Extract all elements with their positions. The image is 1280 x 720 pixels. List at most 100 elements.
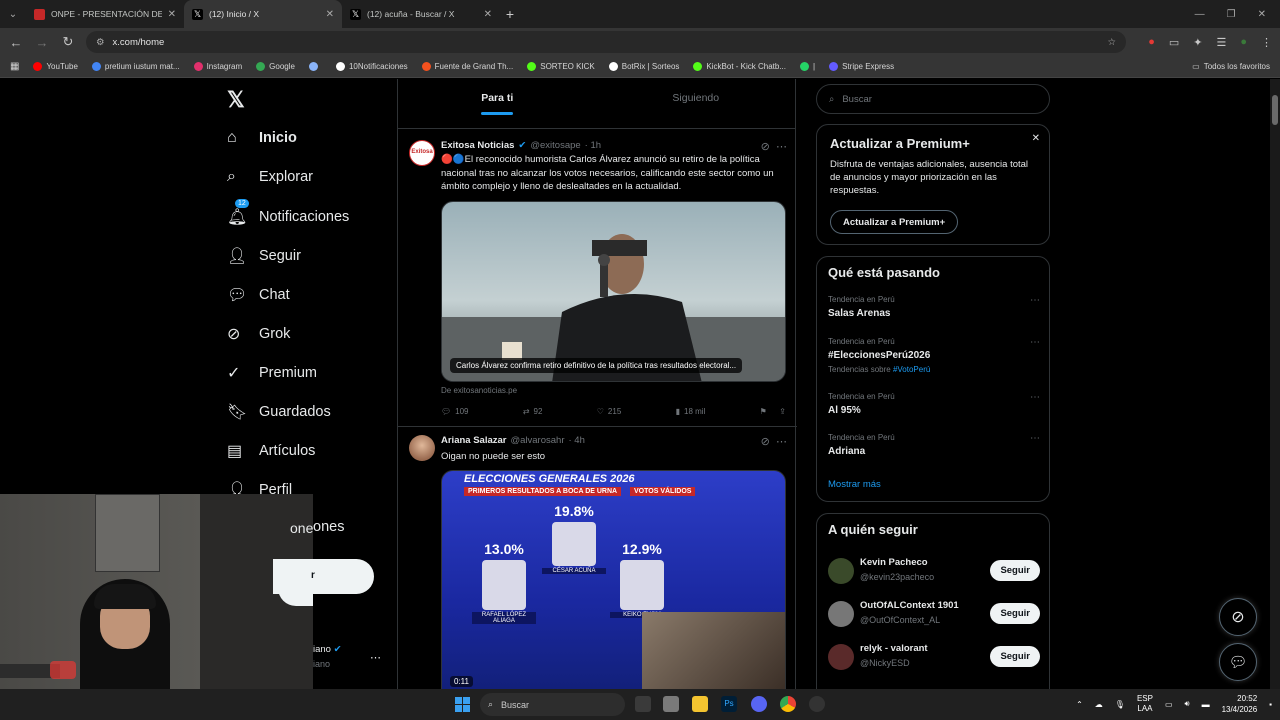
show-more-link[interactable]: Mostrar más — [828, 479, 881, 490]
close-window-icon[interactable]: ✕ — [1258, 9, 1266, 20]
tweet-image[interactable]: Carlos Álvarez confirma retiro definitiv… — [441, 201, 786, 382]
profile-avatar-icon[interactable]: ● — [1240, 36, 1247, 49]
puzzle-icon[interactable]: ✦ — [1193, 36, 1202, 49]
app-icon[interactable] — [663, 696, 679, 712]
back-icon[interactable]: ← — [8, 35, 24, 50]
reload-icon[interactable]: ↻ — [60, 34, 76, 50]
trend-sub-link[interactable]: #VotoPerú — [893, 365, 930, 374]
post-button[interactable]: r — [273, 559, 374, 594]
photoshop-icon[interactable]: Ps — [721, 696, 737, 712]
grok-icon[interactable]: ⊘ — [761, 141, 770, 153]
reply-button[interactable]: 💬︎ 109 — [441, 407, 469, 416]
scroll-thumb[interactable] — [1272, 95, 1278, 125]
close-icon[interactable]: ✕ — [484, 9, 492, 20]
chrome-icon[interactable] — [780, 696, 796, 712]
tab-search-icon[interactable]: ⌄ — [0, 9, 26, 20]
browser-tab-onpe[interactable]: ONPE - PRESENTACIÓN DE RES ✕ — [26, 0, 184, 28]
close-icon[interactable]: ✕ — [1032, 133, 1040, 144]
bookmark-item[interactable]: Fuente de Grand Th... — [421, 62, 513, 71]
volume-icon[interactable]: 🔊︎ — [1185, 699, 1190, 709]
avatar[interactable]: Exitosa — [409, 140, 435, 166]
avatar[interactable] — [409, 435, 435, 461]
bookmark-item[interactable]: pretium iustum mat... — [91, 62, 180, 71]
chevron-up-icon[interactable]: ⌃ — [1076, 700, 1083, 709]
task-view-icon[interactable] — [635, 696, 651, 712]
close-icon[interactable]: ✕ — [326, 9, 334, 20]
author-name[interactable]: Ariana Salazar — [441, 435, 506, 446]
tab-siguiendo[interactable]: Siguiendo — [597, 79, 796, 128]
file-explorer-icon[interactable] — [692, 696, 708, 712]
repost-button[interactable]: ⇄ 92 — [523, 407, 543, 416]
link-source[interactable]: De exitosanoticias.pe — [441, 386, 517, 395]
forward-icon[interactable]: → — [34, 35, 50, 50]
network-icon[interactable]: ▭ — [1165, 700, 1173, 709]
tweet-exitosa[interactable]: Exitosa Exitosa Noticias ✔ @exitosape · … — [398, 130, 797, 427]
language-indicator[interactable]: ESP LAA — [1137, 694, 1153, 714]
tab-para-ti[interactable]: Para ti — [398, 79, 597, 128]
browser-tab-search[interactable]: 𝕏 (12) acuña - Buscar / X ✕ — [342, 0, 500, 28]
apps-icon[interactable]: ▦ — [10, 61, 19, 72]
more-icon[interactable]: ⋯ — [1030, 433, 1040, 444]
bookmark-icon[interactable]: ⚑ — [760, 407, 767, 416]
bookmark-item[interactable]: | — [800, 62, 815, 71]
nav-item-explorar[interactable]: ⌕ Explorar — [227, 168, 313, 186]
browser-tab-inicio[interactable]: 𝕏 (12) Inicio / X ✕ — [184, 0, 342, 28]
bookmark-item[interactable]: SORTEO KICK — [527, 62, 595, 71]
restore-icon[interactable]: ❐ — [1227, 9, 1236, 20]
bookmark-item[interactable]: Google — [256, 62, 295, 71]
avatar[interactable] — [828, 558, 854, 584]
follow-button[interactable]: Seguir — [990, 560, 1040, 581]
mic-icon[interactable]: 🎙︎ — [1115, 700, 1125, 709]
cloud-icon[interactable]: ☁ — [1095, 700, 1103, 709]
follow-name[interactable]: Kevin Pacheco — [860, 557, 928, 568]
trend-item[interactable]: Tendencia en Perú Salas Arenas ⋯ — [828, 295, 1040, 319]
bookmark-item[interactable] — [308, 62, 322, 71]
star-icon[interactable]: ☆ — [1107, 37, 1116, 48]
close-icon[interactable]: ✕ — [168, 9, 176, 20]
follow-name[interactable]: relyk - valorant — [860, 643, 928, 654]
more-icon[interactable]: ⋯ — [1030, 337, 1040, 348]
bookmark-item[interactable]: BotRix | Sorteos — [608, 62, 679, 71]
discord-icon[interactable] — [751, 696, 767, 712]
clock[interactable]: 20:52 13/4/2026 — [1222, 693, 1258, 715]
search-input[interactable]: ⌕ Buscar — [816, 84, 1050, 114]
extension-icon[interactable]: ▭ — [1169, 36, 1179, 49]
premium-button[interactable]: Actualizar a Premium+ — [830, 210, 959, 234]
trend-item[interactable]: Tendencia en Perú #EleccionesPerú2026 ⋯ Ten… — [828, 337, 1040, 374]
all-favorites[interactable]: ▭ Todos los favoritos — [1192, 62, 1270, 71]
record-icon[interactable]: ● — [1148, 36, 1155, 49]
more-icon[interactable]: ⋯ — [776, 141, 787, 153]
messages-fab[interactable]: 💬︎ — [1219, 643, 1257, 681]
nav-item-chat[interactable]: 💬︎ Chat — [227, 285, 290, 305]
taskbar-search[interactable]: ⌕ Buscar — [480, 693, 625, 716]
follow-suggestion[interactable]: Kevin Pacheco @kevin23pacheco Seguir — [828, 554, 1040, 588]
author-handle[interactable]: @alvarosahr — [510, 435, 564, 446]
grok-icon[interactable]: ⊘ — [761, 436, 770, 448]
more-options-nav[interactable]: ones — [313, 519, 344, 535]
nav-item-inicio[interactable]: ⌂ Inicio — [227, 129, 297, 147]
grok-fab[interactable]: ⊘ — [1219, 598, 1257, 636]
obs-icon[interactable] — [809, 696, 825, 712]
battery-icon[interactable]: ▬ — [1202, 700, 1210, 709]
share-icon[interactable]: ⇪ — [779, 407, 786, 416]
minimize-icon[interactable]: — — [1195, 9, 1205, 20]
windows-start-icon[interactable] — [455, 697, 470, 712]
more-icon[interactable]: ⋯ — [776, 436, 787, 448]
more-icon[interactable]: ⋯ — [1030, 295, 1040, 306]
follow-name[interactable]: OutOfALContext 1901 — [860, 600, 959, 611]
follow-button[interactable]: Seguir — [990, 603, 1040, 624]
new-tab-icon[interactable]: + — [500, 6, 520, 22]
bookmark-item[interactable]: 10Notificaciones — [335, 62, 408, 71]
nav-item-seguir[interactable]: 👤︎ Seguir — [227, 246, 301, 266]
follow-button[interactable]: Seguir — [990, 646, 1040, 667]
more-icon[interactable]: ⋯ — [1030, 392, 1040, 403]
nav-item-premium[interactable]: ✓ Premium — [227, 363, 317, 383]
trend-item[interactable]: Tendencia en Perú Adriana ⋯ — [828, 433, 1040, 457]
media-icon[interactable]: ☰ — [1216, 36, 1226, 49]
nav-item-notificaciones[interactable]: 🔔︎ 12 Notificaciones — [227, 199, 349, 227]
menu-icon[interactable]: ⋮ — [1261, 36, 1272, 49]
like-button[interactable]: ♡ 215 — [597, 407, 622, 416]
bookmark-item[interactable]: KickBot - Kick Chatb... — [693, 62, 786, 71]
tweet-ariana[interactable]: Ariana Salazar @alvarosahr · 4h ⊘ ⋯ Oiga… — [398, 427, 797, 689]
avatar[interactable] — [828, 601, 854, 627]
